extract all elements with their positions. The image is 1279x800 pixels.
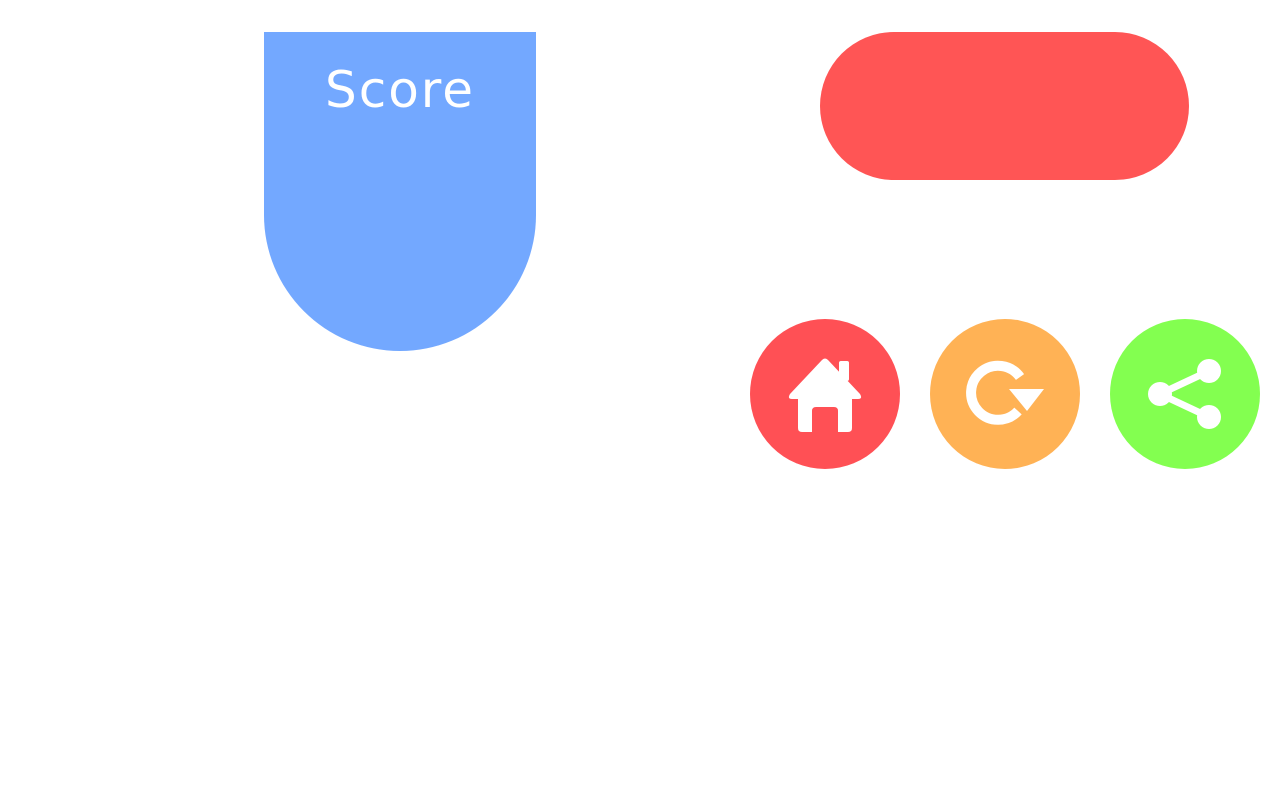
score-panel: Score [264,32,536,351]
share-button[interactable] [1110,319,1260,469]
share-icon [1148,359,1221,429]
score-label: Score [324,61,476,119]
score-value-pill [820,32,1189,180]
home-button[interactable] [750,319,900,469]
game-over-screen: Score [0,0,1279,800]
restart-icon [966,360,1044,425]
home-icon [788,358,862,434]
restart-button[interactable] [930,319,1080,469]
